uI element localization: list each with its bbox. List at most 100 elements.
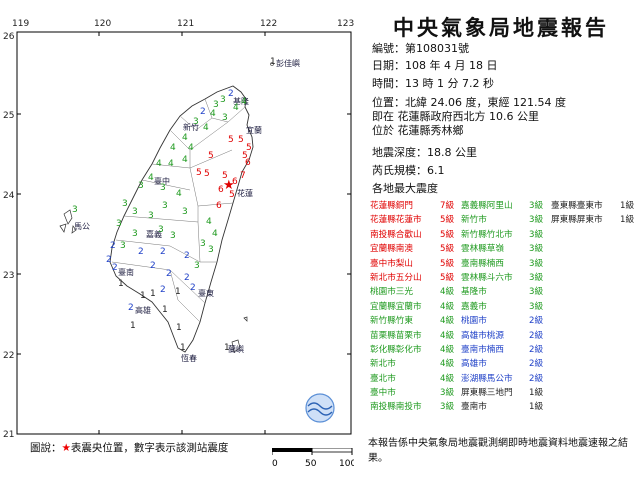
station-name: 屏東縣三地門	[461, 388, 513, 399]
lon-tick: 122	[260, 19, 277, 29]
station-intensity: 5	[238, 135, 244, 145]
intensity-row: 南投縣南投市 3級 臺南市 1級	[370, 399, 638, 413]
report-magnitude: 6.1	[427, 164, 445, 177]
date-label: 日期：	[372, 59, 405, 72]
intensity-row: 臺中市梨山 5級 臺南縣楠西 3級	[370, 256, 638, 270]
station-intensity-level: 4級	[440, 330, 455, 341]
cwb-logo	[305, 393, 335, 423]
station-intensity: 2	[166, 269, 172, 279]
station-intensity: 2	[160, 247, 166, 257]
station-intensity-level: 4級	[440, 344, 455, 355]
lat-tick: 24	[3, 191, 15, 201]
place-label-kaohsiung: 高雄	[135, 305, 151, 315]
legend-prefix: 圖說：	[30, 442, 62, 454]
station-name: 新北市五分山	[370, 272, 422, 283]
station-intensity: 5	[204, 169, 210, 179]
scale-bar: 0 50 100	[271, 447, 356, 472]
latitude-ticks: 26 25 24 23 22 21	[3, 32, 15, 440]
station-intensity-level: 5級	[440, 258, 455, 269]
station-name: 新竹縣竹東	[370, 316, 413, 327]
station-name: 嘉義市	[461, 301, 487, 312]
station-intensity-level: 3級	[529, 287, 544, 298]
station-intensity-level: 3級	[529, 272, 544, 283]
station-intensity: 3	[200, 239, 206, 249]
epicenter-star-icon: ★	[223, 178, 235, 193]
station-intensity: 5	[208, 151, 214, 161]
station-intensity: 2	[160, 285, 166, 295]
station-intensity-level: 5級	[440, 272, 455, 283]
station-intensity: 2	[200, 107, 206, 117]
intensity-header: 各地最大震度	[372, 182, 438, 195]
station-intensity: 4	[182, 133, 188, 143]
legend-text: 表震央位置，數字表示該測站震度	[70, 442, 229, 454]
intensity-row: 新北市五分山 5級 雲林縣斗六市 3級	[370, 270, 638, 284]
station-intensity-level: 1級	[620, 201, 635, 211]
station-intensity-level: 4級	[440, 359, 455, 370]
station-intensity-level: 3級	[529, 244, 544, 255]
report-magnitude-line: 芮氏規模：6.1	[372, 164, 445, 178]
station-intensity: 6	[216, 201, 222, 211]
lat-tick: 23	[3, 271, 14, 281]
station-intensity: 1	[176, 323, 182, 333]
place-label-pengjia: 彭佳嶼	[276, 58, 300, 68]
lat-tick: 22	[3, 351, 14, 361]
magnitude-label: 芮氏規模：	[372, 164, 427, 177]
report-date: 108 年 4 月 18 日	[405, 59, 498, 72]
station-intensity-level: 4級	[440, 316, 455, 327]
report-depth-line: 地震深度：18.8 公里	[372, 146, 477, 160]
station-name: 臺中市梨山	[370, 258, 413, 269]
intensity-row: 宜蘭縣宜蘭市 4級 嘉義市 3級	[370, 299, 638, 313]
station-intensity-level: 2級	[529, 373, 544, 384]
report-position-line: 位置：北緯 24.06 度，東經 121.54 度	[372, 96, 566, 110]
station-name: 南投縣南投市	[370, 402, 422, 413]
number-label: 編號：	[372, 42, 405, 55]
station-intensity-level: 2級	[529, 344, 544, 355]
station-intensity: 4	[168, 159, 174, 169]
lat-tick: 25	[3, 111, 14, 121]
intensity-row: 臺北市 4級 澎湖縣馬公市 2級	[370, 371, 638, 385]
station-intensity: 4	[241, 97, 247, 107]
station-name: 新北市	[370, 359, 396, 370]
station-intensity: 4	[203, 123, 209, 133]
report-title: 中央氣象局地震報告	[393, 16, 609, 40]
station-intensity: 4	[148, 173, 154, 183]
lat-tick: 21	[3, 430, 14, 440]
report-time-line: 時間：13 時 1 分 7.2 秒	[372, 77, 494, 91]
station-intensity: 4	[182, 155, 188, 165]
station-intensity: 1	[150, 289, 156, 299]
station-name: 新竹市	[461, 215, 487, 226]
station-intensity: 1	[162, 305, 168, 315]
station-intensity-level: 4級	[440, 301, 455, 312]
place-label-hengchun: 恆春	[181, 353, 197, 363]
station-intensity-level: 5級	[440, 215, 455, 226]
intensity-row: 苗栗縣苗栗市 4級 高雄市桃源 2級	[370, 328, 638, 342]
station-name: 臺中市	[370, 388, 396, 399]
station-intensity: 1	[270, 57, 276, 67]
scale-tick: 100	[339, 459, 354, 469]
lon-tick: 119	[12, 19, 29, 29]
station-name: 花蓮縣花蓮市	[370, 215, 422, 226]
station-name: 南投縣合歡山	[370, 229, 422, 240]
station-intensity: 2	[138, 247, 144, 257]
station-intensity: 3	[158, 225, 164, 235]
station-name: 臺東縣臺東市	[551, 201, 603, 211]
station-intensity: 3	[122, 199, 128, 209]
station-intensity-level: 3級	[529, 215, 544, 226]
map-legend: 圖說：★表震央位置，數字表示該測站震度	[30, 440, 228, 455]
intensity-row: 南投縣合歡山 5級 新竹縣竹北市 3級	[370, 227, 638, 241]
station-name: 嘉義縣阿里山	[461, 201, 513, 211]
epicenter-legend-star-icon: ★	[61, 442, 71, 454]
report-date-line: 日期：108 年 4 月 18 日	[372, 59, 497, 73]
station-intensity: 6	[245, 158, 251, 168]
station-intensity-level: 3級	[529, 201, 544, 211]
station-intensity: 2	[184, 273, 190, 283]
station-intensity: 3	[222, 113, 228, 123]
station-intensity-level: 3級	[440, 402, 455, 413]
station-intensity: 3	[132, 229, 138, 239]
station-intensity-level: 3級	[440, 388, 455, 399]
position-label: 位置：	[372, 96, 405, 109]
station-intensity: 3	[208, 245, 214, 255]
report-number: 第108031號	[405, 42, 469, 55]
scale-tick: 0	[272, 459, 278, 469]
time-label: 時間：	[372, 77, 405, 90]
